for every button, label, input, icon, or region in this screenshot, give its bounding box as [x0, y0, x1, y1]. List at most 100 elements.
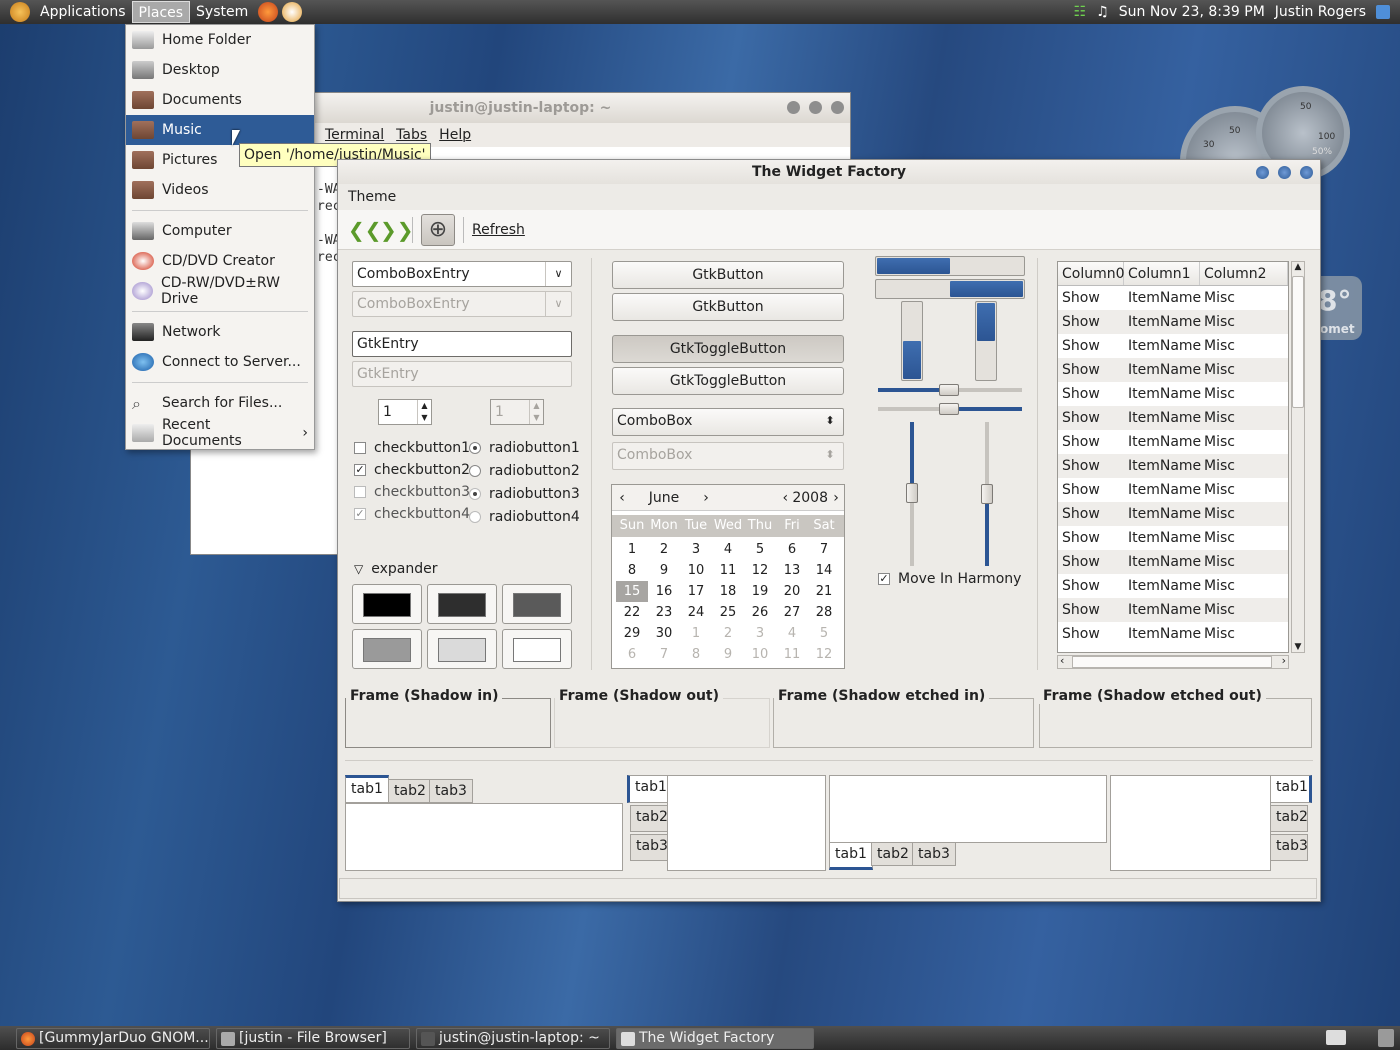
firefox-launcher-icon[interactable] — [258, 2, 279, 22]
checkbox-checked-icon[interactable]: ✓ — [878, 573, 890, 585]
calendar-day[interactable]: 8 — [616, 560, 648, 581]
hscale-trough[interactable] — [950, 388, 1022, 392]
hscale-trough[interactable] — [950, 407, 1022, 411]
table-row[interactable]: Show ItemName Misc — [1058, 406, 1288, 430]
minimize-icon[interactable] — [787, 101, 800, 114]
gtk-button[interactable]: GtkButton — [612, 293, 844, 321]
table-row[interactable]: Show ItemName Misc — [1058, 574, 1288, 598]
calendar-day[interactable]: 18 — [712, 581, 744, 602]
calendar-day[interactable]: 30 — [648, 623, 680, 644]
calendar-day[interactable]: 5 — [808, 623, 840, 644]
color-swatch[interactable] — [427, 629, 497, 669]
scroll-thumb[interactable] — [1072, 656, 1272, 668]
scroll-up-icon[interactable]: ▲ — [1292, 262, 1304, 272]
taskbar-button[interactable]: [justin - File Browser] — [216, 1028, 410, 1049]
tab-right-2[interactable]: tab2 — [1270, 805, 1308, 832]
refresh-button[interactable]: Refresh — [472, 222, 525, 238]
calendar-day[interactable]: 13 — [776, 560, 808, 581]
system-menu[interactable]: System — [190, 1, 254, 23]
menu-item-desktop[interactable]: Desktop — [126, 55, 314, 85]
tab-left-1[interactable]: tab1 — [627, 775, 668, 803]
calendar-day[interactable]: 5 — [744, 539, 776, 560]
radiobutton2[interactable]: radiobutton2 — [469, 463, 580, 479]
calendar-day[interactable]: 7 — [648, 644, 680, 665]
table-row[interactable]: Show ItemName Misc — [1058, 382, 1288, 406]
shutdown-icon[interactable] — [1376, 5, 1390, 19]
menu-item-network[interactable]: Network — [126, 317, 314, 347]
back-icon[interactable]: ❮❮ — [348, 220, 382, 240]
wifi-icon[interactable]: ☷ — [1074, 4, 1087, 20]
checkbutton1[interactable]: checkbutton1 — [354, 440, 470, 456]
tab-right-1[interactable]: tab1 — [1270, 775, 1312, 803]
radio-on-icon[interactable] — [469, 442, 481, 454]
updown-icon[interactable]: ⬍ — [817, 409, 843, 433]
vertical-scrollbar[interactable]: ▲ ▼ — [1291, 261, 1305, 653]
table-row[interactable]: Show ItemName Misc — [1058, 478, 1288, 502]
scroll-left-icon[interactable]: ‹ — [1060, 654, 1064, 667]
vscale-trough[interactable] — [985, 494, 989, 566]
calendar-day[interactable]: 4 — [712, 539, 744, 560]
forward-icon[interactable]: ❯❯ — [380, 220, 414, 240]
scroll-thumb[interactable] — [1292, 276, 1304, 408]
column-header[interactable]: Column2 — [1200, 262, 1288, 285]
hscale-slider[interactable] — [939, 403, 959, 415]
calendar-day[interactable]: 23 — [648, 602, 680, 623]
menu-tabs[interactable]: Tabs — [396, 127, 427, 143]
gtk-button[interactable]: GtkButton — [612, 261, 844, 289]
menu-item-music[interactable]: Music — [126, 115, 314, 145]
minimize-icon[interactable] — [1256, 166, 1269, 179]
calendar-day[interactable]: 11 — [712, 560, 744, 581]
calendar-day[interactable]: 2 — [712, 623, 744, 644]
app-launcher-icon[interactable] — [282, 2, 303, 22]
table-row[interactable]: Show ItemName Misc — [1058, 454, 1288, 478]
calendar-day[interactable]: 14 — [808, 560, 840, 581]
table-row[interactable]: Show ItemName Misc — [1058, 598, 1288, 622]
tab-top-2[interactable]: tab2 — [388, 779, 432, 803]
add-icon[interactable]: ⊕ — [421, 213, 455, 246]
menu-item-cd-drive[interactable]: CD-RW/DVD±RW Drive — [126, 275, 314, 307]
expander[interactable]: ▽ expander — [354, 561, 437, 577]
prev-month-icon[interactable]: ‹ — [612, 490, 632, 506]
show-desktop-icon[interactable] — [1326, 1030, 1346, 1045]
table-row[interactable]: Show ItemName Misc — [1058, 286, 1288, 310]
color-swatch[interactable] — [427, 584, 497, 624]
table-row[interactable]: Show ItemName Misc — [1058, 550, 1288, 574]
calendar-day[interactable]: 1 — [616, 539, 648, 560]
column-header[interactable]: Column1 — [1124, 262, 1200, 285]
horizontal-scrollbar[interactable]: ‹ › — [1057, 654, 1289, 669]
calendar-day[interactable]: 9 — [648, 560, 680, 581]
toggle-button-active[interactable]: GtkToggleButton — [612, 335, 844, 363]
calendar-day[interactable]: 28 — [808, 602, 840, 623]
calendar-day[interactable]: 7 — [808, 539, 840, 560]
menu-help[interactable]: Help — [439, 127, 471, 143]
color-swatch[interactable] — [502, 629, 572, 669]
tab-left-2[interactable]: tab2 — [630, 805, 668, 832]
color-swatch[interactable] — [352, 584, 422, 624]
calendar-day[interactable]: 25 — [712, 602, 744, 623]
table-row[interactable]: Show ItemName Misc — [1058, 358, 1288, 382]
prev-year-icon[interactable]: ‹ — [778, 490, 792, 506]
calendar-day[interactable]: 6 — [616, 644, 648, 665]
tab-bottom-2[interactable]: tab2 — [871, 842, 915, 866]
table-row[interactable]: Show ItemName Misc — [1058, 502, 1288, 526]
trash-icon[interactable] — [1378, 1029, 1394, 1047]
combobox-entry[interactable]: ComboBoxEntry ∨ — [352, 261, 572, 287]
tab-bottom-3[interactable]: tab3 — [912, 842, 956, 866]
calendar-day[interactable]: 17 — [680, 581, 712, 602]
table-row[interactable]: Show ItemName Misc — [1058, 430, 1288, 454]
maximize-icon[interactable] — [809, 101, 822, 114]
calendar-day[interactable]: 2 — [648, 539, 680, 560]
menu-terminal[interactable]: Terminal — [325, 127, 384, 143]
calendar-day[interactable]: 27 — [776, 602, 808, 623]
next-year-icon[interactable]: › — [828, 490, 844, 506]
radiobutton1[interactable]: radiobutton1 — [469, 440, 580, 456]
tree-view[interactable]: Column0 Column1 Column2 Show ItemName Misc… — [1057, 261, 1289, 653]
table-row[interactable]: Show ItemName Misc — [1058, 622, 1288, 646]
menu-item-search[interactable]: ⌕ Search for Files... — [126, 388, 314, 418]
volume-icon[interactable]: ♫ — [1096, 4, 1109, 20]
close-icon[interactable] — [831, 101, 844, 114]
menu-item-computer[interactable]: Computer — [126, 216, 314, 246]
scroll-right-icon[interactable]: › — [1282, 654, 1286, 667]
tab-top-3[interactable]: tab3 — [429, 779, 473, 803]
calendar-day[interactable]: 4 — [776, 623, 808, 644]
